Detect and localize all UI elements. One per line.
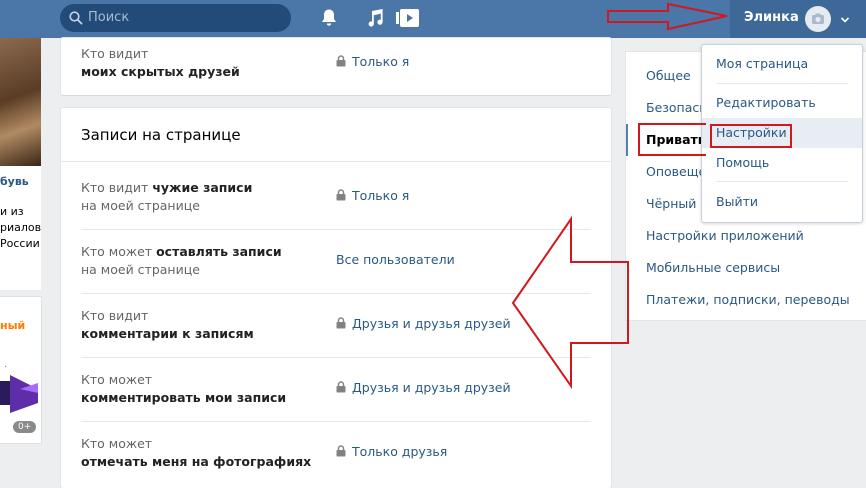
annotation-arrow-right [607,2,728,31]
annotation-arrows [511,2,728,390]
annotation-arrow-left [511,215,629,390]
